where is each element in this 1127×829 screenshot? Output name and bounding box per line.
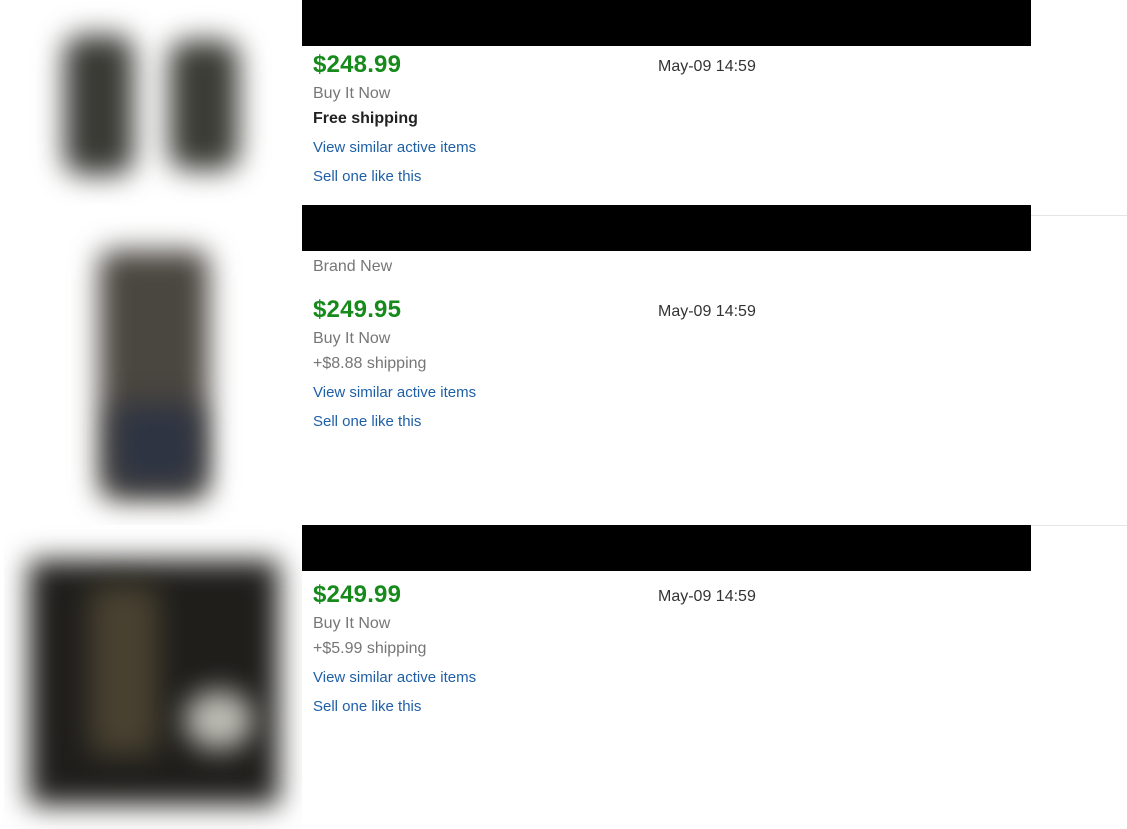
listing-format: Buy It Now — [313, 615, 391, 632]
item-price: $249.95 — [313, 296, 402, 323]
view-similar-link[interactable]: View similar active items — [313, 669, 476, 686]
listing-format: Buy It Now — [313, 85, 391, 102]
end-date: May-09 14:59 — [658, 58, 756, 75]
shipping-cost: Free shipping — [313, 110, 418, 127]
item-price: $248.99 — [313, 51, 402, 78]
view-similar-link[interactable]: View similar active items — [313, 384, 476, 401]
redacted-title[interactable] — [302, 205, 1031, 251]
product-thumbnail[interactable] — [4, 205, 302, 525]
view-similar-link[interactable]: View similar active items — [313, 139, 476, 156]
sell-one-link[interactable]: Sell one like this — [313, 413, 421, 430]
shipping-cost: +$5.99 shipping — [313, 640, 427, 657]
product-thumbnail[interactable] — [4, 0, 302, 205]
listing-format: Buy It Now — [313, 330, 391, 347]
redacted-title[interactable] — [302, 525, 1031, 571]
row-divider — [1031, 525, 1127, 526]
product-thumbnail[interactable] — [4, 525, 302, 829]
end-date: May-09 14:59 — [658, 303, 756, 320]
redacted-title[interactable] — [302, 0, 1031, 46]
item-condition: Brand New — [313, 258, 393, 275]
item-price: $249.99 — [313, 581, 402, 608]
shipping-cost: +$8.88 shipping — [313, 355, 427, 372]
end-date: May-09 14:59 — [658, 588, 756, 605]
row-divider — [1031, 215, 1127, 216]
sell-one-link[interactable]: Sell one like this — [313, 168, 421, 185]
sell-one-link[interactable]: Sell one like this — [313, 698, 421, 715]
